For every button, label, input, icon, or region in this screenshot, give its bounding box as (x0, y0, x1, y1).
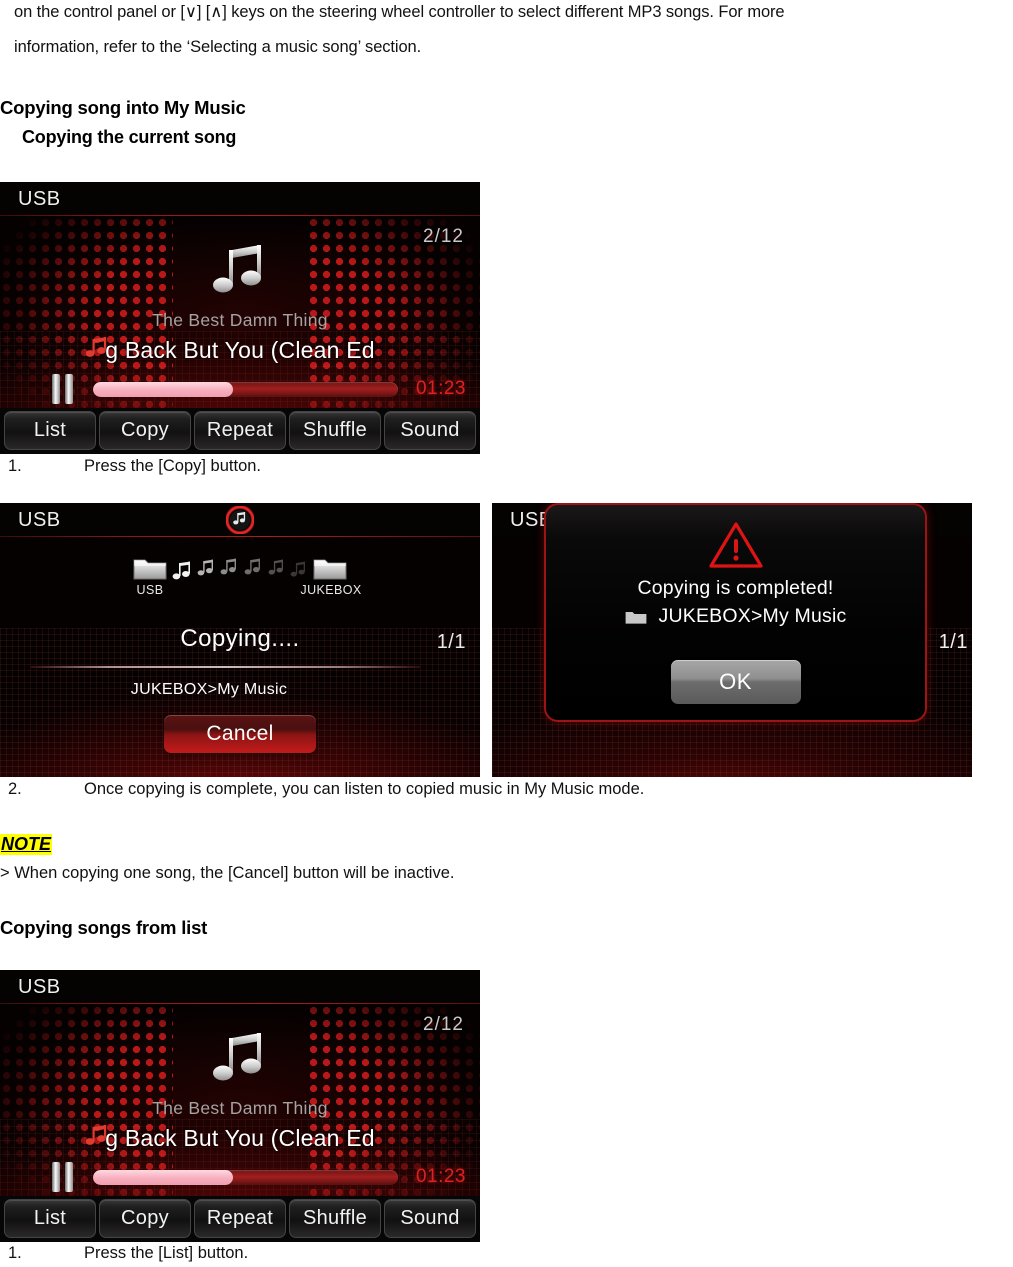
softkey-bar-2: List Copy Repeat Shuffle Sound (0, 1196, 480, 1242)
track-counter-2: 2/12 (423, 1014, 464, 1035)
softkey-shuffle[interactable]: Shuffle (289, 411, 381, 450)
track-title-2: g Back But You (Clean Ed (105, 1125, 375, 1151)
softkey-list-2[interactable]: List (4, 1199, 96, 1238)
softkey-repeat-2[interactable]: Repeat (194, 1199, 286, 1238)
player-screen-1: USB 2/12 The Best Damn Thing g Back But … (0, 182, 480, 454)
heading-copying-song-into-my-music: Copying song into My Music (0, 97, 246, 118)
copy-completed-screen: USB 1/1 Copying is completed! JUKEBOX>My… (492, 503, 972, 777)
elapsed-time-2: 01:23 (415, 1166, 466, 1187)
header-divider-copying (0, 536, 480, 537)
intro-line-2: information, refer to the ‘Selecting a m… (14, 38, 422, 56)
note-particle-5 (268, 559, 285, 583)
album-name: The Best Damn Thing (152, 310, 328, 330)
pause-icon (50, 374, 76, 408)
transfer-animation: USB JUKEBOX (0, 553, 480, 605)
softkey-bar: List Copy Repeat Shuffle Sound (0, 408, 480, 454)
intro-line-1: on the control panel or [∨] [∧] keys on … (14, 3, 785, 21)
completed-page-counter: 1/1 (938, 631, 968, 653)
softkey-sound-2[interactable]: Sound (384, 1199, 476, 1238)
copying-status-text: Copying.... (180, 625, 300, 652)
music-disc-icon-active (225, 505, 255, 535)
copying-progress-rule (30, 666, 420, 668)
header-divider (0, 215, 480, 216)
copying-screen: USB USB JUKEBOX Copying.... 1/1 JUKEBOX>… (0, 503, 480, 777)
completed-destination-path: JUKEBOX>My Music (658, 605, 847, 627)
step-1-text: Press the [Copy] button. (84, 457, 262, 475)
step-1-number: 1. (8, 457, 22, 475)
completed-path-row: JUKEBOX>My Music (546, 605, 925, 628)
elapsed-time: 01:23 (415, 378, 466, 399)
ok-button[interactable]: OK (670, 660, 801, 704)
softkey-copy[interactable]: Copy (99, 411, 191, 450)
source-label-2: USB (18, 976, 61, 998)
softkey-shuffle-2[interactable]: Shuffle (289, 1199, 381, 1238)
destination-folder-label: JUKEBOX (300, 583, 362, 597)
progress-bar-2[interactable] (93, 1170, 398, 1185)
track-counter: 2/12 (423, 226, 464, 247)
source-label-copying: USB (18, 509, 61, 531)
note-particle-4 (244, 558, 262, 583)
album-name-2: The Best Damn Thing (152, 1098, 328, 1118)
music-note-icon (212, 244, 268, 306)
heading-copying-songs-from-list: Copying songs from list (0, 917, 208, 938)
step-2-text: Once copying is complete, you can listen… (84, 780, 645, 798)
source-folder-icon (133, 555, 167, 581)
source-label: USB (18, 188, 61, 210)
note-particle-1 (172, 561, 192, 588)
step-2-number: 2. (8, 780, 22, 798)
completed-dialog: Copying is completed! JUKEBOX>My Music O… (544, 503, 927, 722)
copying-destination-path: JUKEBOX>My Music (130, 681, 288, 698)
note-particle-3 (220, 558, 238, 583)
softkey-list[interactable]: List (4, 411, 96, 450)
progress-fill (93, 382, 234, 397)
note-label: NOTE (0, 834, 53, 855)
softkey-sound[interactable]: Sound (384, 411, 476, 450)
softkey-repeat[interactable]: Repeat (194, 411, 286, 450)
dialog-folder-icon (625, 609, 647, 625)
progress-fill-2 (93, 1170, 234, 1185)
track-title: g Back But You (Clean Ed (105, 337, 375, 363)
manual-page: on the control panel or [∨] [∧] keys on … (0, 0, 1013, 1267)
music-note-icon-2 (212, 1032, 268, 1094)
cancel-button[interactable]: Cancel (164, 715, 316, 753)
completed-message: Copying is completed! (637, 577, 834, 599)
softkey-copy-2[interactable]: Copy (99, 1199, 191, 1238)
progress-bar[interactable] (93, 382, 398, 397)
step-3-number: 1. (8, 1244, 22, 1262)
note-particle-2 (197, 559, 215, 584)
step-3-text: Press the [List] button. (84, 1244, 249, 1262)
header-divider-2 (0, 1003, 480, 1004)
player-screen-2: USB 2/12 The Best Damn Thing g Back But … (0, 970, 480, 1242)
heading-copying-current-song: Copying the current song (22, 127, 237, 147)
destination-folder-icon (313, 555, 347, 581)
note-particle-6 (290, 561, 307, 585)
note-text: > When copying one song, the [Cancel] bu… (0, 864, 455, 882)
warning-triangle-icon (708, 521, 763, 569)
pause-icon-2 (50, 1162, 76, 1196)
copying-page-counter: 1/1 (436, 631, 466, 653)
